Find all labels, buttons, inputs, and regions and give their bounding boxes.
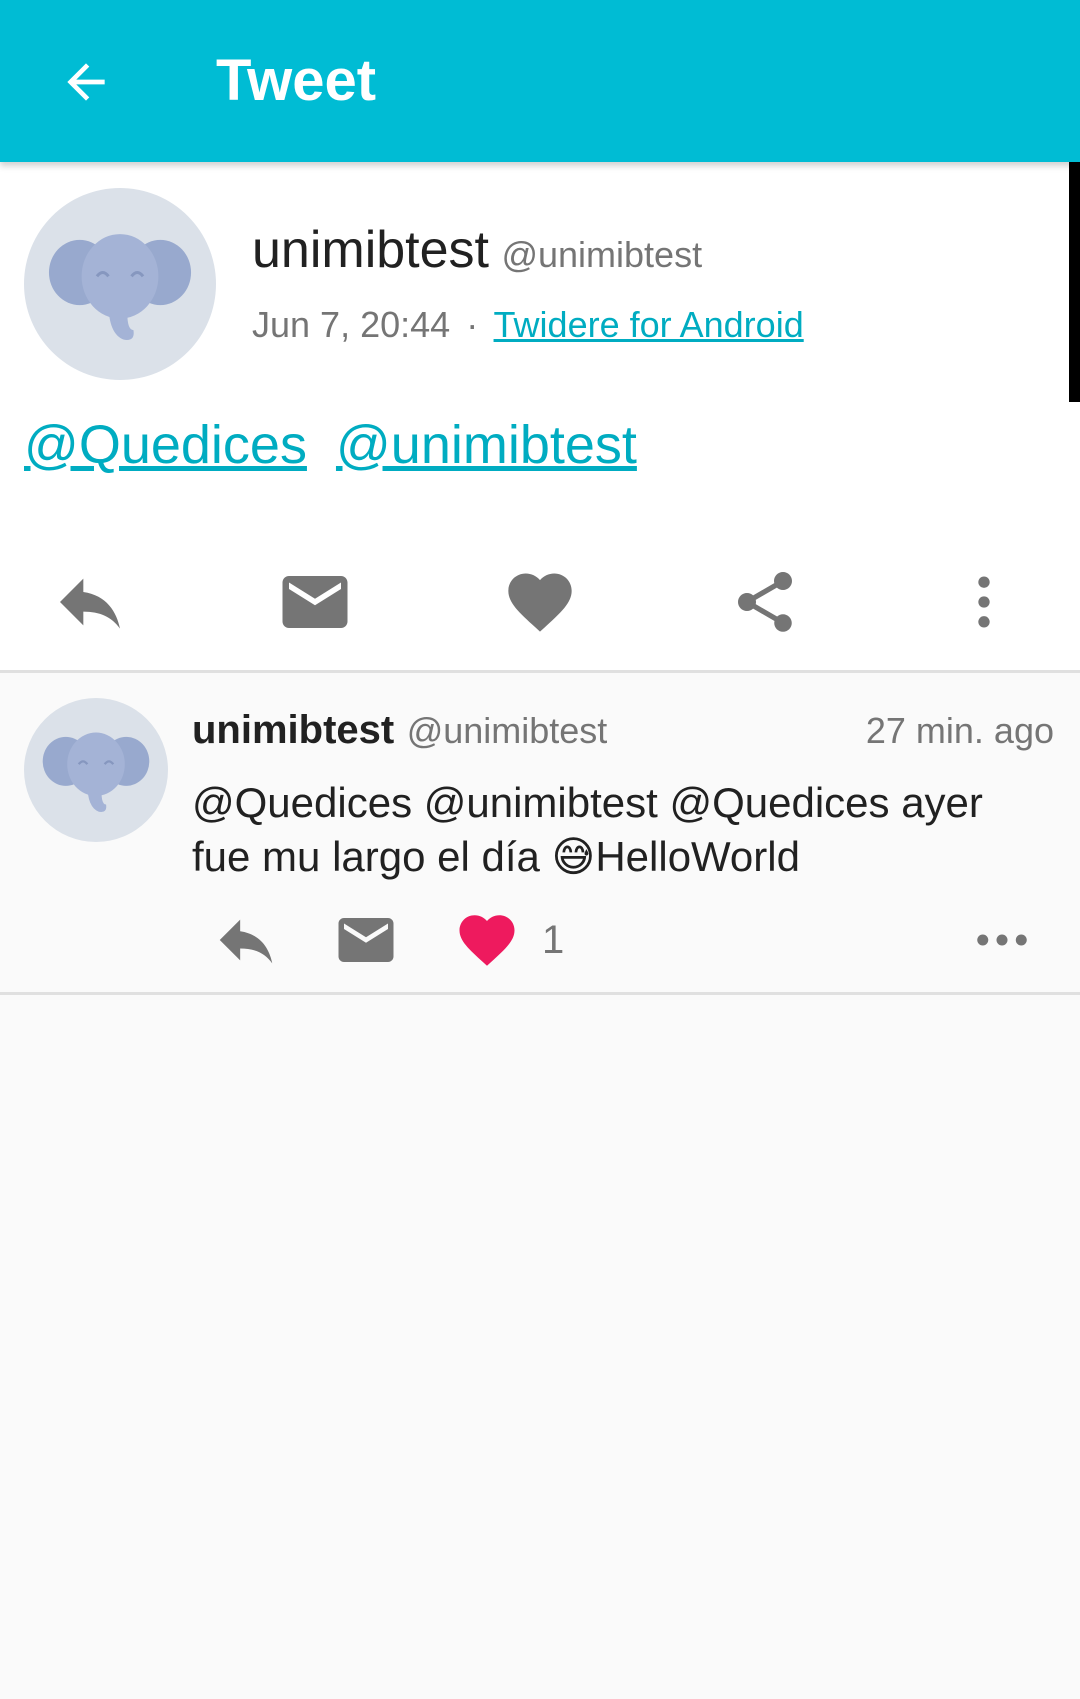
- elephant-icon: [42, 732, 150, 812]
- reply-action-bar: 1: [0, 900, 1080, 980]
- tweet-action-bar: [0, 542, 1080, 662]
- share-icon: [738, 572, 792, 632]
- like-button[interactable]: [480, 542, 600, 662]
- arrow-back-icon: [67, 63, 105, 101]
- mention-link[interactable]: @unimibtest: [336, 415, 637, 475]
- message-button[interactable]: [255, 542, 375, 662]
- reply-author-name[interactable]: unimibtest: [192, 708, 394, 752]
- avatar[interactable]: [24, 698, 168, 842]
- heart-icon: [508, 573, 572, 632]
- reply-button[interactable]: [206, 900, 286, 980]
- message-icon: [282, 576, 348, 628]
- tweet-detail-card: unimibtest @unimibtest Jun 7, 20:44 · Tw…: [0, 162, 1080, 670]
- reply-text[interactable]: @Quedices @unimibtest @Quedices ayer fue…: [192, 776, 1042, 884]
- reply-text-segment: fue mu largo el día: [192, 833, 552, 880]
- message-icon: [338, 918, 394, 962]
- scrollbar[interactable]: [1069, 162, 1080, 402]
- share-button[interactable]: [705, 542, 825, 662]
- more-button[interactable]: [962, 900, 1042, 980]
- more-button[interactable]: [924, 542, 1044, 662]
- author-handle: @unimibtest: [501, 234, 703, 275]
- divider: [0, 670, 1080, 673]
- emoji: 😅: [551, 833, 596, 880]
- meta-separator: ·: [466, 304, 479, 345]
- app-bar: Tweet: [0, 0, 1080, 162]
- reply-text-line: fue mu largo el día 😅HelloWorld: [192, 830, 1042, 884]
- avatar[interactable]: [24, 188, 216, 380]
- back-button[interactable]: [40, 36, 132, 128]
- tweet-timestamp: Jun 7, 20:44: [252, 304, 451, 345]
- source-link[interactable]: Twidere for Android: [494, 304, 804, 345]
- reply-icon: [219, 919, 273, 964]
- like-button[interactable]: 1: [454, 900, 564, 980]
- reply-text-segment: HelloWorld: [595, 833, 800, 880]
- reply-button[interactable]: [30, 542, 150, 662]
- author-name[interactable]: unimibtest: [252, 221, 489, 279]
- author-row: unimibtest @unimibtest: [252, 220, 702, 280]
- tweet-text: @Quedices @unimibtest: [24, 414, 651, 476]
- message-button[interactable]: [326, 900, 406, 980]
- reply-text-line: @Quedices @unimibtest @Quedices ayer: [192, 779, 983, 826]
- reply-author-handle: @unimibtest: [406, 710, 608, 751]
- mention-link[interactable]: @Quedices: [24, 415, 307, 475]
- divider: [0, 992, 1080, 995]
- tweet-meta: Jun 7, 20:44 · Twidere for Android: [252, 304, 804, 346]
- like-count: 1: [542, 917, 565, 962]
- elephant-icon: [48, 234, 192, 340]
- page-title: Tweet: [216, 48, 377, 113]
- more-horiz-icon: [977, 934, 1027, 946]
- heart-icon: [459, 915, 515, 966]
- reply-author-row: unimibtest @unimibtest: [192, 708, 607, 753]
- reply-timestamp: 27 min. ago: [865, 710, 1054, 751]
- reply-icon: [60, 578, 120, 629]
- more-vert-icon: [978, 576, 990, 628]
